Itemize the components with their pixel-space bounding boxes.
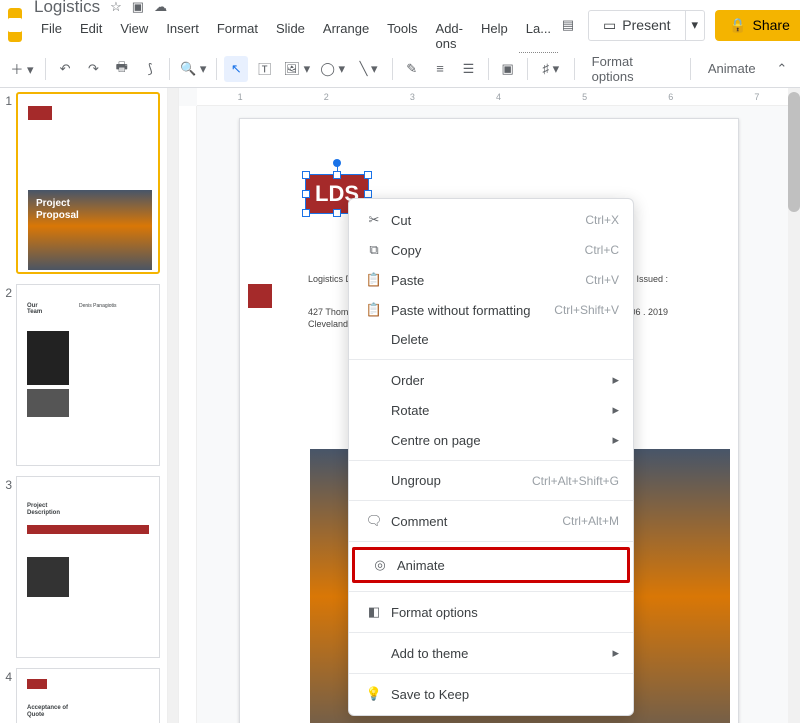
rotate-handle[interactable] bbox=[333, 159, 341, 167]
resize-handle[interactable] bbox=[302, 209, 310, 217]
print-button[interactable]: 🖶 bbox=[110, 56, 134, 82]
menu-help[interactable]: Help bbox=[474, 19, 515, 53]
thumb-num-2: 2 bbox=[2, 284, 16, 466]
ctx-format-options[interactable]: ◧ Format options bbox=[349, 597, 633, 627]
border-color-button[interactable]: ≡ bbox=[428, 56, 452, 82]
arrange-button[interactable]: ♯ ▾ bbox=[535, 56, 567, 82]
keep-icon: 💡 bbox=[363, 686, 385, 702]
ctx-centre-on-page[interactable]: Centre on page ▸ bbox=[349, 425, 633, 455]
paste-icon: 📋 bbox=[363, 272, 385, 288]
ctx-cut[interactable]: ✂ Cut Ctrl+X bbox=[349, 205, 633, 235]
share-button[interactable]: 🔒 Share bbox=[715, 10, 800, 41]
ctx-delete[interactable]: Delete bbox=[349, 325, 633, 354]
context-menu: ✂ Cut Ctrl+X ⧉ Copy Ctrl+C 📋 Paste Ctrl+… bbox=[348, 198, 634, 716]
header: Logistics ☆ ▣ ☁ File Edit View Insert Fo… bbox=[0, 0, 800, 50]
ctx-comment[interactable]: 🗨 Comment Ctrl+Alt+M bbox=[349, 506, 633, 536]
resize-handle[interactable] bbox=[302, 171, 310, 179]
textbox-tool[interactable]: 🅃 bbox=[252, 56, 276, 82]
new-slide-button[interactable]: ＋ ▾ bbox=[6, 56, 38, 82]
menu-slide[interactable]: Slide bbox=[269, 19, 312, 53]
present-dropdown[interactable]: ▾ bbox=[686, 10, 706, 41]
ctx-save-to-keep[interactable]: 💡 Save to Keep bbox=[349, 679, 633, 709]
thumbnail-1[interactable]: Project Proposal bbox=[16, 92, 160, 274]
cut-icon: ✂ bbox=[363, 212, 385, 228]
menubar: File Edit View Insert Format Slide Arran… bbox=[34, 19, 558, 53]
paste-plain-icon: 📋 bbox=[363, 302, 385, 318]
animate-button[interactable]: Animate bbox=[698, 61, 766, 76]
ctx-rotate[interactable]: Rotate ▸ bbox=[349, 395, 633, 425]
comment-icon: 🗨 bbox=[363, 513, 385, 529]
submenu-arrow-icon: ▸ bbox=[612, 432, 619, 448]
submenu-arrow-icon: ▸ bbox=[612, 645, 619, 661]
menu-last-edit[interactable]: La... bbox=[519, 19, 558, 53]
present-label: Present bbox=[622, 17, 670, 33]
thumb-num-1: 1 bbox=[2, 92, 16, 274]
menu-format[interactable]: Format bbox=[210, 19, 265, 53]
vertical-ruler bbox=[179, 106, 197, 723]
horizontal-ruler: 1234567 bbox=[197, 88, 800, 106]
shape-tool[interactable]: ◯ ▾ bbox=[317, 56, 349, 82]
redo-button[interactable]: ↷ bbox=[81, 56, 105, 82]
thumb-num-4: 4 bbox=[2, 668, 16, 723]
present-icon: ▭ bbox=[603, 17, 616, 34]
animate-icon: ◎ bbox=[369, 557, 391, 573]
canvas-scrollbar[interactable] bbox=[788, 88, 800, 723]
format-options-button[interactable]: Format options bbox=[582, 54, 683, 84]
ctx-copy[interactable]: ⧉ Copy Ctrl+C bbox=[349, 235, 633, 265]
thumbnail-rail: 1 Project Proposal 2 Our Team Denis Pana… bbox=[0, 88, 168, 723]
menu-insert[interactable]: Insert bbox=[159, 19, 206, 53]
collapse-toolbar-icon[interactable]: ⌃ bbox=[770, 56, 794, 82]
ctx-add-to-theme[interactable]: Add to theme ▸ bbox=[349, 638, 633, 668]
resize-handle[interactable] bbox=[333, 209, 341, 217]
ctx-order[interactable]: Order ▸ bbox=[349, 365, 633, 395]
border-weight-button[interactable]: ☰ bbox=[456, 56, 480, 82]
ctx-ungroup[interactable]: Ungroup Ctrl+Alt+Shift+G bbox=[349, 466, 633, 495]
submenu-arrow-icon: ▸ bbox=[612, 372, 619, 388]
resize-handle[interactable] bbox=[333, 171, 341, 179]
copy-icon: ⧉ bbox=[363, 242, 385, 258]
thumbnail-scrollbar[interactable] bbox=[168, 88, 179, 723]
toolbar: ＋ ▾ ↶ ↷ 🖶 ⟆ 🔍 ▾ ↖ 🅃 🖼 ▾ ◯ ▾ ╲ ▾ ✎ ≡ ☰ ▣ … bbox=[0, 50, 800, 88]
resize-handle[interactable] bbox=[302, 190, 310, 198]
fill-button[interactable]: ✎ bbox=[399, 56, 423, 82]
select-tool[interactable]: ↖ bbox=[224, 56, 248, 82]
star-icon[interactable]: ☆ bbox=[110, 0, 122, 15]
menu-addons[interactable]: Add-ons bbox=[429, 19, 470, 53]
thumbnail-2[interactable]: Our Team Denis Panagiotis bbox=[16, 284, 160, 466]
ctx-paste-without-formatting[interactable]: 📋 Paste without formatting Ctrl+Shift+V bbox=[349, 295, 633, 325]
resize-handle[interactable] bbox=[364, 171, 372, 179]
menu-edit[interactable]: Edit bbox=[73, 19, 109, 53]
thumb-num-3: 3 bbox=[2, 476, 16, 658]
move-icon[interactable]: ▣ bbox=[132, 0, 144, 15]
paint-format-button[interactable]: ⟆ bbox=[138, 56, 162, 82]
ctx-animate[interactable]: ◎ Animate bbox=[352, 547, 630, 583]
menu-tools[interactable]: Tools bbox=[380, 19, 424, 53]
line-tool[interactable]: ╲ ▾ bbox=[353, 56, 385, 82]
resize-handle[interactable] bbox=[364, 190, 372, 198]
submenu-arrow-icon: ▸ bbox=[612, 402, 619, 418]
align-button[interactable]: ▣ bbox=[496, 56, 520, 82]
zoom-button[interactable]: 🔍 ▾ bbox=[177, 56, 209, 82]
share-label: Share bbox=[753, 17, 790, 33]
menu-view[interactable]: View bbox=[113, 19, 155, 53]
format-icon: ◧ bbox=[363, 604, 385, 620]
image-tool[interactable]: 🖼 ▾ bbox=[281, 56, 313, 82]
document-title[interactable]: Logistics bbox=[34, 0, 100, 17]
undo-button[interactable]: ↶ bbox=[53, 56, 77, 82]
menu-file[interactable]: File bbox=[34, 19, 69, 53]
cloud-status-icon: ☁ bbox=[154, 0, 167, 15]
ctx-paste[interactable]: 📋 Paste Ctrl+V bbox=[349, 265, 633, 295]
thumbnail-3[interactable]: Project Description bbox=[16, 476, 160, 658]
present-button[interactable]: ▭ Present bbox=[588, 10, 685, 41]
slide-red-block bbox=[248, 284, 272, 308]
app-logo-icon[interactable] bbox=[8, 8, 22, 42]
comments-icon[interactable]: ▤ bbox=[558, 15, 578, 35]
menu-arrange[interactable]: Arrange bbox=[316, 19, 376, 53]
thumbnail-4[interactable]: Acceptance of Quote bbox=[16, 668, 160, 723]
lock-icon: 🔒 bbox=[729, 17, 746, 34]
